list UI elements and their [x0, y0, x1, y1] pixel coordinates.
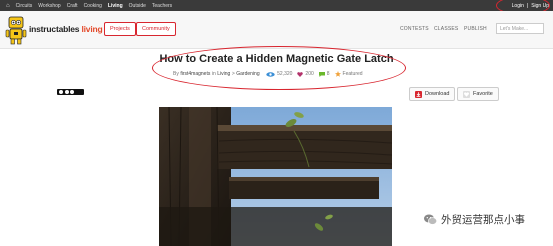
- contests-link[interactable]: CONTESTS: [400, 26, 429, 32]
- nav-workshop[interactable]: Workshop: [38, 3, 60, 9]
- heart-outline-icon: [463, 90, 470, 98]
- download-label: Download: [425, 91, 450, 97]
- project-photo: [159, 107, 392, 246]
- robot-logo-icon[interactable]: [5, 14, 27, 46]
- brand-accent: living: [81, 24, 103, 34]
- site-header: instructables living Projects Community …: [0, 11, 553, 49]
- search-input[interactable]: Let's Make...: [496, 23, 544, 34]
- nav-circuits[interactable]: Circuits: [16, 3, 33, 9]
- download-icon: [415, 90, 422, 98]
- download-button[interactable]: Download: [409, 87, 456, 101]
- nav-cooking[interactable]: Cooking: [84, 3, 102, 9]
- nav-outside[interactable]: Outside: [129, 3, 146, 9]
- brand-prefix: instructables: [29, 24, 80, 34]
- favorite-label: Favorite: [473, 91, 493, 97]
- projects-button[interactable]: Projects: [104, 22, 136, 36]
- title-highlight-ellipse: [152, 46, 406, 90]
- nav-living[interactable]: Living: [108, 3, 123, 9]
- wechat-watermark: 外贸运营那点小事: [424, 212, 525, 227]
- category-nav: ⌂ Circuits Workshop Craft Cooking Living…: [6, 3, 172, 10]
- favorite-button[interactable]: Favorite: [457, 87, 499, 101]
- home-icon[interactable]: ⌂: [6, 3, 10, 9]
- nav-teachers[interactable]: Teachers: [152, 3, 172, 9]
- site-brand[interactable]: instructables living: [29, 24, 103, 34]
- wechat-icon: [424, 214, 437, 225]
- top-nav-bar: ⌂ Circuits Workshop Craft Cooking Living…: [0, 0, 553, 11]
- community-button[interactable]: Community: [136, 22, 176, 36]
- publish-link[interactable]: PUBLISH: [464, 26, 487, 32]
- watermark-text: 外贸运营那点小事: [441, 214, 525, 226]
- cc-license-badge[interactable]: [57, 89, 84, 95]
- classes-link[interactable]: CLASSES: [434, 26, 458, 32]
- nav-craft[interactable]: Craft: [67, 3, 78, 9]
